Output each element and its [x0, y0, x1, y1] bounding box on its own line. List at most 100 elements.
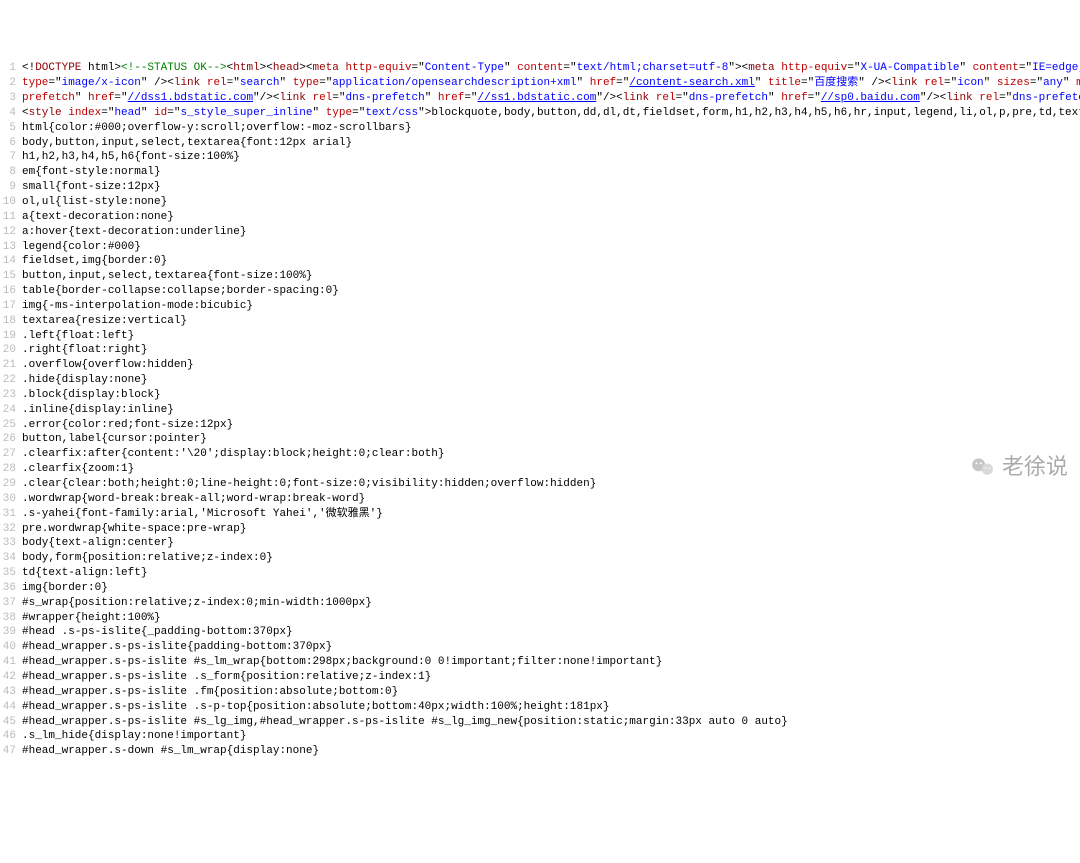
- code-content[interactable]: a:hover{text-decoration:underline}: [22, 225, 1080, 240]
- code-content[interactable]: .left{float:left}: [22, 329, 1080, 344]
- code-content[interactable]: table{border-collapse:collapse;border-sp…: [22, 284, 1080, 299]
- code-line[interactable]: 3prefetch" href="//dss1.bdstatic.com"/><…: [0, 91, 1080, 106]
- code-content[interactable]: .right{float:right}: [22, 343, 1080, 358]
- code-line[interactable]: 6body,button,input,select,textarea{font:…: [0, 136, 1080, 151]
- line-number: 7: [0, 150, 22, 165]
- code-line[interactable]: 19.left{float:left}: [0, 329, 1080, 344]
- code-content[interactable]: #head .s-ps-islite{_padding-bottom:370px…: [22, 625, 1080, 640]
- code-line[interactable]: 25.error{color:red;font-size:12px}: [0, 418, 1080, 433]
- code-content[interactable]: img{border:0}: [22, 581, 1080, 596]
- code-content[interactable]: .clearfix:after{content:'\20';display:bl…: [22, 447, 1080, 462]
- source-code-viewer[interactable]: 1<!DOCTYPE html><!--STATUS OK--><html><h…: [0, 61, 1080, 759]
- code-content[interactable]: .s_lm_hide{display:none!important}: [22, 729, 1080, 744]
- code-line[interactable]: 2type="image/x-icon" /><link rel="search…: [0, 76, 1080, 91]
- line-number: 37: [0, 596, 22, 611]
- code-content[interactable]: #head_wrapper.s-ps-islite .s_form{positi…: [22, 670, 1080, 685]
- code-content[interactable]: <style index="head" id="s_style_super_in…: [22, 106, 1080, 121]
- code-line[interactable]: 24.inline{display:inline}: [0, 403, 1080, 418]
- code-content[interactable]: #head_wrapper.s-down #s_lm_wrap{display:…: [22, 744, 1080, 759]
- code-line[interactable]: 37#s_wrap{position:relative;z-index:0;mi…: [0, 596, 1080, 611]
- code-line[interactable]: 36img{border:0}: [0, 581, 1080, 596]
- line-number: 11: [0, 210, 22, 225]
- code-content[interactable]: #head_wrapper.s-ps-islite .s-p-top{posit…: [22, 700, 1080, 715]
- code-content[interactable]: #wrapper{height:100%}: [22, 611, 1080, 626]
- code-line[interactable]: 44#head_wrapper.s-ps-islite .s-p-top{pos…: [0, 700, 1080, 715]
- code-line[interactable]: 40#head_wrapper.s-ps-islite{padding-bott…: [0, 640, 1080, 655]
- code-content[interactable]: #s_wrap{position:relative;z-index:0;min-…: [22, 596, 1080, 611]
- code-line[interactable]: 20.right{float:right}: [0, 343, 1080, 358]
- code-content[interactable]: body{text-align:center}: [22, 536, 1080, 551]
- code-content[interactable]: .error{color:red;font-size:12px}: [22, 418, 1080, 433]
- code-content[interactable]: small{font-size:12px}: [22, 180, 1080, 195]
- code-line[interactable]: 31.s-yahei{font-family:arial,'Microsoft …: [0, 507, 1080, 522]
- code-line[interactable]: 45#head_wrapper.s-ps-islite #s_lg_img,#h…: [0, 715, 1080, 730]
- code-line[interactable]: 10ol,ul{list-style:none}: [0, 195, 1080, 210]
- code-content[interactable]: .overflow{overflow:hidden}: [22, 358, 1080, 373]
- code-line[interactable]: 7h1,h2,h3,h4,h5,h6{font-size:100%}: [0, 150, 1080, 165]
- code-content[interactable]: .hide{display:none}: [22, 373, 1080, 388]
- line-number: 14: [0, 254, 22, 269]
- code-content[interactable]: html{color:#000;overflow-y:scroll;overfl…: [22, 121, 1080, 136]
- code-line[interactable]: 46.s_lm_hide{display:none!important}: [0, 729, 1080, 744]
- code-content[interactable]: .block{display:block}: [22, 388, 1080, 403]
- code-content[interactable]: pre.wordwrap{white-space:pre-wrap}: [22, 522, 1080, 537]
- code-line[interactable]: 8em{font-style:normal}: [0, 165, 1080, 180]
- code-line[interactable]: 14fieldset,img{border:0}: [0, 254, 1080, 269]
- code-content[interactable]: #head_wrapper.s-ps-islite #s_lm_wrap{bot…: [22, 655, 1080, 670]
- code-content[interactable]: .clear{clear:both;height:0;line-height:0…: [22, 477, 1080, 492]
- code-line[interactable]: 22.hide{display:none}: [0, 373, 1080, 388]
- code-line[interactable]: 12a:hover{text-decoration:underline}: [0, 225, 1080, 240]
- code-content[interactable]: prefetch" href="//dss1.bdstatic.com"/><l…: [22, 91, 1080, 106]
- code-content[interactable]: ol,ul{list-style:none}: [22, 195, 1080, 210]
- code-content[interactable]: .s-yahei{font-family:arial,'Microsoft Ya…: [22, 507, 1080, 522]
- code-content[interactable]: .inline{display:inline}: [22, 403, 1080, 418]
- code-content[interactable]: td{text-align:left}: [22, 566, 1080, 581]
- code-line[interactable]: 13legend{color:#000}: [0, 240, 1080, 255]
- code-line[interactable]: 32pre.wordwrap{white-space:pre-wrap}: [0, 522, 1080, 537]
- code-content[interactable]: a{text-decoration:none}: [22, 210, 1080, 225]
- code-line[interactable]: 41#head_wrapper.s-ps-islite #s_lm_wrap{b…: [0, 655, 1080, 670]
- code-content[interactable]: #head_wrapper.s-ps-islite{padding-bottom…: [22, 640, 1080, 655]
- code-line[interactable]: 42#head_wrapper.s-ps-islite .s_form{posi…: [0, 670, 1080, 685]
- code-line[interactable]: 16table{border-collapse:collapse;border-…: [0, 284, 1080, 299]
- code-line[interactable]: 26button,label{cursor:pointer}: [0, 432, 1080, 447]
- code-content[interactable]: textarea{resize:vertical}: [22, 314, 1080, 329]
- code-line[interactable]: 23.block{display:block}: [0, 388, 1080, 403]
- code-content[interactable]: em{font-style:normal}: [22, 165, 1080, 180]
- code-content[interactable]: button,label{cursor:pointer}: [22, 432, 1080, 447]
- line-number: 42: [0, 670, 22, 685]
- code-line[interactable]: 38#wrapper{height:100%}: [0, 611, 1080, 626]
- code-content[interactable]: type="image/x-icon" /><link rel="search"…: [22, 76, 1080, 91]
- code-line[interactable]: 29.clear{clear:both;height:0;line-height…: [0, 477, 1080, 492]
- code-line[interactable]: 39#head .s-ps-islite{_padding-bottom:370…: [0, 625, 1080, 640]
- code-line[interactable]: 21.overflow{overflow:hidden}: [0, 358, 1080, 373]
- code-content[interactable]: img{-ms-interpolation-mode:bicubic}: [22, 299, 1080, 314]
- code-content[interactable]: button,input,select,textarea{font-size:1…: [22, 269, 1080, 284]
- code-line[interactable]: 35td{text-align:left}: [0, 566, 1080, 581]
- code-content[interactable]: #head_wrapper.s-ps-islite #s_lg_img,#hea…: [22, 715, 1080, 730]
- code-line[interactable]: 9small{font-size:12px}: [0, 180, 1080, 195]
- code-line[interactable]: 17img{-ms-interpolation-mode:bicubic}: [0, 299, 1080, 314]
- code-line[interactable]: 33body{text-align:center}: [0, 536, 1080, 551]
- code-content[interactable]: #head_wrapper.s-ps-islite .fm{position:a…: [22, 685, 1080, 700]
- code-content[interactable]: body,form{position:relative;z-index:0}: [22, 551, 1080, 566]
- code-content[interactable]: legend{color:#000}: [22, 240, 1080, 255]
- code-line[interactable]: 4<style index="head" id="s_style_super_i…: [0, 106, 1080, 121]
- code-content[interactable]: body,button,input,select,textarea{font:1…: [22, 136, 1080, 151]
- code-line[interactable]: 47#head_wrapper.s-down #s_lm_wrap{displa…: [0, 744, 1080, 759]
- code-line[interactable]: 5html{color:#000;overflow-y:scroll;overf…: [0, 121, 1080, 136]
- code-line[interactable]: 27.clearfix:after{content:'\20';display:…: [0, 447, 1080, 462]
- code-line[interactable]: 34body,form{position:relative;z-index:0}: [0, 551, 1080, 566]
- code-content[interactable]: .clearfix{zoom:1}: [22, 462, 1080, 477]
- code-line[interactable]: 30.wordwrap{word-break:break-all;word-wr…: [0, 492, 1080, 507]
- code-line[interactable]: 18textarea{resize:vertical}: [0, 314, 1080, 329]
- code-content[interactable]: <!DOCTYPE html><!--STATUS OK--><html><he…: [22, 61, 1080, 76]
- code-line[interactable]: 43#head_wrapper.s-ps-islite .fm{position…: [0, 685, 1080, 700]
- code-line[interactable]: 11a{text-decoration:none}: [0, 210, 1080, 225]
- code-content[interactable]: fieldset,img{border:0}: [22, 254, 1080, 269]
- code-line[interactable]: 15button,input,select,textarea{font-size…: [0, 269, 1080, 284]
- code-content[interactable]: h1,h2,h3,h4,h5,h6{font-size:100%}: [22, 150, 1080, 165]
- code-line[interactable]: 28.clearfix{zoom:1}: [0, 462, 1080, 477]
- code-content[interactable]: .wordwrap{word-break:break-all;word-wrap…: [22, 492, 1080, 507]
- code-line[interactable]: 1<!DOCTYPE html><!--STATUS OK--><html><h…: [0, 61, 1080, 76]
